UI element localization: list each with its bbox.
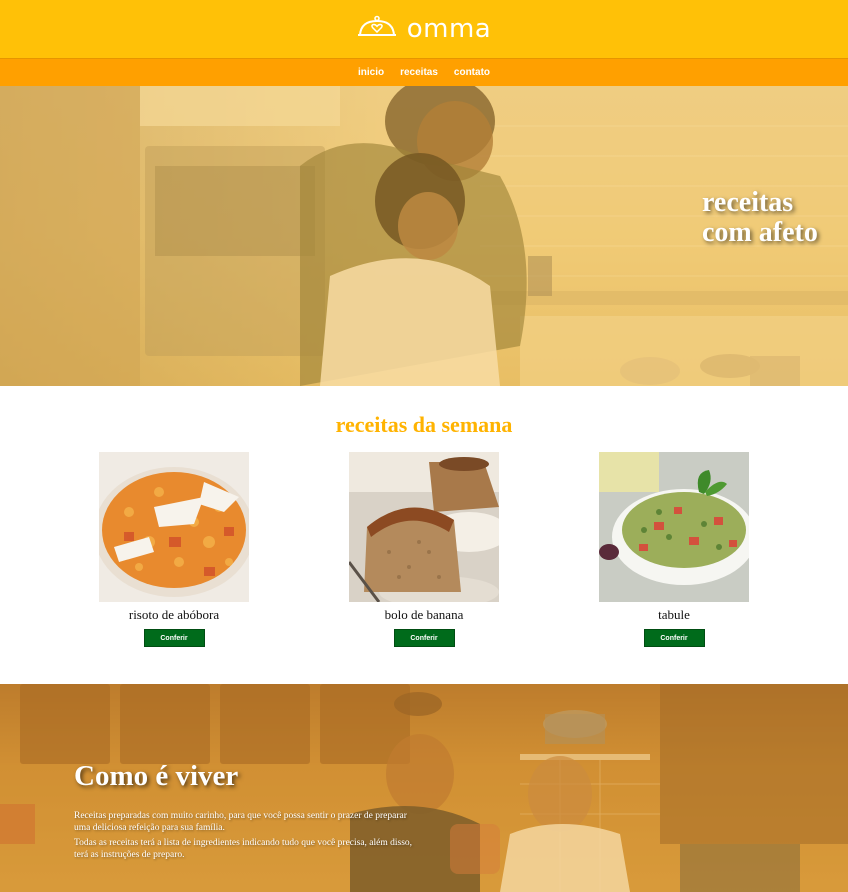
about-title: Como é viver [74, 760, 239, 792]
tabbouleh-photo[interactable] [599, 452, 749, 602]
nav-item-inicio[interactable]: inicio [358, 67, 384, 78]
hero-title-line1: receitas [702, 187, 794, 218]
about-paragraph-2: Todas as receitas terá a lista de ingred… [74, 838, 413, 860]
brand-logo[interactable]: omma [357, 14, 492, 45]
about-paragraph-1: Receitas preparadas com muito carinho, p… [74, 811, 407, 833]
hero-title: receitas com afeto [702, 188, 842, 248]
conferir-button-bolo[interactable]: Conferir [393, 629, 455, 647]
top-header: omma [0, 0, 848, 58]
conferir-button-tabule[interactable]: Conferir [643, 629, 705, 647]
nav-item-receitas[interactable]: receitas [400, 67, 438, 78]
about-section: Como é viver Receitas preparadas com mui… [0, 684, 848, 892]
section-title: receitas da semana [335, 412, 513, 437]
brand-name: omma [406, 14, 492, 44]
cloche-heart-icon [357, 14, 397, 45]
main-nav: inicio receitas contato [0, 58, 848, 86]
recipe-name: risoto de abóbora [128, 607, 220, 622]
banana-cake-photo[interactable] [349, 452, 499, 602]
recipe-card-bolo: bolo de banana Conferir [349, 452, 499, 647]
conferir-button-risoto[interactable]: Conferir [143, 629, 205, 647]
nav-item-contato[interactable]: contato [454, 67, 490, 78]
recipe-name: tabule [658, 607, 690, 622]
hero-banner: receitas com afeto [0, 86, 848, 386]
recipe-card-risoto: risoto de abóbora Conferir [99, 452, 249, 647]
recipe-card-tabule: tabule Conferir [599, 452, 749, 647]
recipe-name: bolo de banana [384, 607, 464, 622]
hero-title-line2: com afeto [702, 217, 818, 248]
risotto-photo[interactable] [99, 452, 249, 602]
